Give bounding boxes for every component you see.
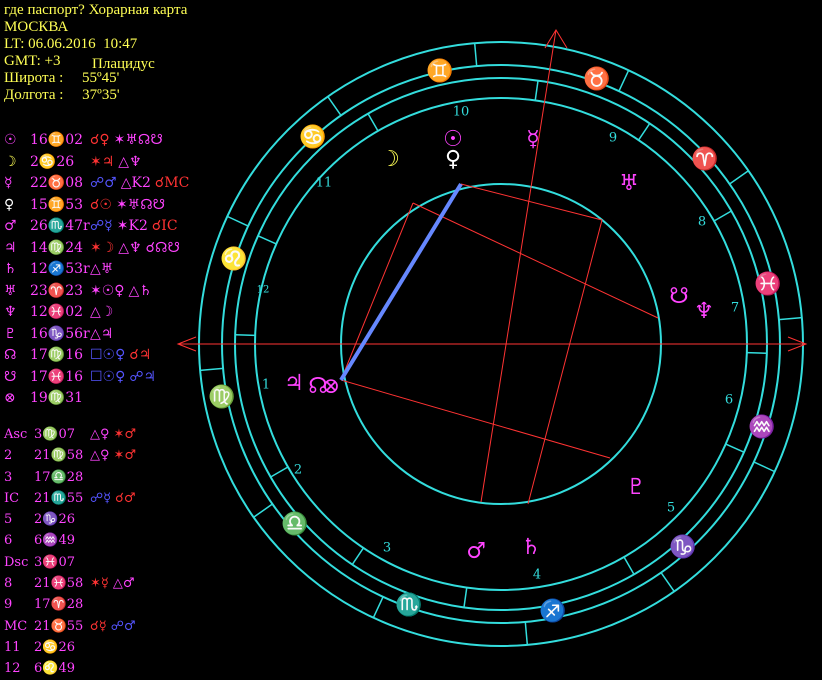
planet-glyph-on-wheel: ♃: [284, 371, 304, 396]
house-cusp-tick: [463, 587, 468, 608]
sign-divider: [524, 621, 529, 645]
sign-divider: [372, 596, 384, 619]
house-number: 6: [725, 393, 733, 408]
house-number: 2: [294, 463, 302, 478]
sign-divider: [200, 367, 224, 372]
aspect-line: [460, 183, 603, 221]
sign-divider: [226, 215, 249, 227]
house-number: 11: [316, 176, 333, 191]
zodiac-sign-glyph: ♊: [426, 58, 453, 84]
sign-divider: [778, 316, 802, 321]
house-cusp-tick: [534, 80, 539, 101]
house-number: 7: [731, 301, 739, 316]
aspect-line: [340, 202, 414, 381]
aspect-line: [412, 202, 659, 319]
house-number: 9: [609, 131, 617, 146]
planet-glyph-on-wheel: ♂: [466, 539, 486, 564]
zodiac-sign-glyph: ♏: [395, 592, 422, 618]
house-number: 5: [667, 501, 675, 516]
house-number: 1: [262, 378, 270, 393]
planet-glyph-on-wheel: ♆: [694, 299, 714, 324]
planet-glyph-on-wheel: ♀: [445, 147, 461, 172]
planet-glyph-on-wheel: ☋: [669, 284, 689, 309]
zodiac-sign-glyph: ♍: [208, 384, 235, 410]
chart-wheel: ♊ ♉♈♓♒♑♐♏♎♍♌♋123456789101112☉♀☿☽♅☋♆♇♂ ♄♃ ☊⊗: [176, 29, 808, 647]
house-number: 4: [533, 568, 541, 583]
sign-divider: [729, 170, 749, 185]
planet-glyph-on-wheel: ♇: [626, 475, 646, 500]
planet-glyph-on-wheel: ♄: [521, 535, 541, 560]
zodiac-sign-glyph: ♎: [281, 511, 308, 537]
house-number: 10: [453, 105, 470, 120]
house-cusp-tick: [367, 113, 379, 132]
zodiac-sign-glyph: ♑: [669, 534, 696, 560]
house-cusp-tick: [257, 235, 277, 245]
zodiac-sign-glyph: ♉: [583, 66, 610, 92]
house-cusp-tick: [713, 210, 732, 222]
house-number: 3: [383, 541, 391, 556]
zodiac-sign-glyph: ♈: [691, 146, 718, 172]
house-cusp-tick: [351, 547, 365, 565]
aspect-line: [340, 379, 611, 459]
planet-glyph-on-wheel: ☽: [380, 147, 400, 172]
house-cusp-tick: [235, 333, 256, 337]
house-cusp-tick: [746, 351, 767, 355]
house-number: 12: [257, 285, 270, 296]
house-cusp-tick: [725, 443, 745, 453]
planet-glyph-on-wheel: ☿: [526, 127, 540, 152]
zodiac-sign-glyph: ♐: [539, 598, 566, 624]
zodiac-sign-glyph: ♋: [299, 124, 326, 150]
sign-divider: [473, 43, 478, 67]
house-cusp-tick: [623, 556, 635, 575]
zodiac-sign-glyph: ♓: [754, 271, 781, 297]
sign-divider: [253, 503, 273, 518]
planet-glyph-on-wheel: ♅: [619, 171, 639, 196]
zodiac-sign-glyph: ♒: [748, 414, 775, 440]
house-number: 8: [698, 215, 706, 230]
sign-divider: [327, 96, 342, 116]
trine-aspect-line: [339, 182, 463, 382]
sign-divider: [660, 572, 675, 592]
house-cusp-tick: [270, 466, 289, 478]
sign-divider: [618, 69, 630, 92]
house-cusp-tick: [637, 123, 651, 141]
sign-divider: [753, 461, 776, 473]
zodiac-sign-glyph: ♌: [220, 246, 247, 272]
planet-glyph-on-wheel: ⊗: [322, 374, 340, 399]
